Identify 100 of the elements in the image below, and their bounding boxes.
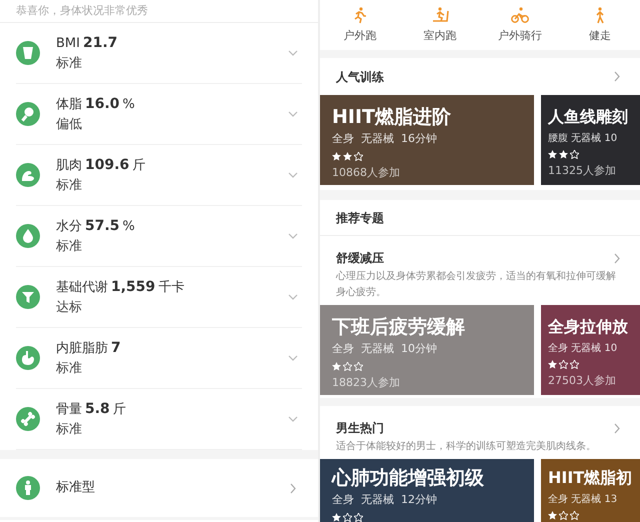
star-icon <box>559 150 568 159</box>
chevron-down-icon <box>288 111 298 117</box>
workout-meta: 全身 无器械 10 <box>548 342 618 356</box>
workout-title: 人鱼线雕刻 <box>548 106 629 128</box>
participant-count: 10868人参加 <box>332 164 401 180</box>
star-icon <box>548 360 557 369</box>
metric-status: 标准 <box>56 176 83 195</box>
chevron-right-icon <box>614 252 620 264</box>
section-description: 心理压力以及身体劳累都会引发疲劳，适当的有氧和拉伸可缓解身心疲劳。 <box>334 270 617 300</box>
star-icon <box>548 511 557 520</box>
workout-meta: 全身 无器械 10分钟 <box>332 341 438 357</box>
metric-unit: 千卡 <box>158 278 184 297</box>
star-icon <box>332 512 341 522</box>
metric-row[interactable]: 基础代谢 1,559 千卡 达标 <box>16 267 302 328</box>
star-icon <box>559 511 568 520</box>
workout-card[interactable]: 下班后疲劳缓解 全身 无器械 10分钟 18823人参加 <box>320 305 534 395</box>
cup-icon <box>16 41 40 65</box>
metric-label: 体脂 <box>56 96 82 114</box>
metric-label: 基础代谢 <box>56 278 108 297</box>
metric-unit: 斤 <box>132 156 146 175</box>
chevron-down-icon <box>288 355 298 361</box>
drop-icon <box>16 224 40 248</box>
star-icon <box>343 512 352 522</box>
body-type-row[interactable]: 标准型 <box>16 459 302 517</box>
metric-label: BMI <box>56 34 80 53</box>
metric-value: 21.7 <box>82 34 118 53</box>
sport-tab[interactable]: 健走 <box>560 0 640 50</box>
section-header[interactable]: 推荐专题 <box>320 200 640 236</box>
workout-meta: 全身 无器械 12分钟 <box>332 492 438 508</box>
metric-label: 水分 <box>56 218 82 236</box>
metric-value: 109.6 <box>85 156 130 175</box>
star-icon <box>548 150 557 159</box>
metric-row[interactable]: 内脏脂肪 7 标准 <box>16 328 302 389</box>
workout-meta: 腰腹 无器械 10 <box>548 132 618 146</box>
metric-unit: % <box>122 218 135 236</box>
metric-value: 16.0 <box>85 94 120 114</box>
funnel-icon <box>16 285 40 309</box>
cyclist-icon <box>510 6 530 24</box>
metric-row[interactable]: 水分 57.5 % 标准 <box>16 206 302 267</box>
metric-row[interactable]: BMI 21.7 标准 <box>16 23 302 84</box>
workout-card[interactable]: 人鱼线雕刻 腰腹 无器械 10 11325人参加 <box>541 95 640 185</box>
metric-value: 7 <box>111 338 121 358</box>
metric-label: 肌肉 <box>56 156 82 175</box>
workout-title: 下班后疲劳缓解 <box>332 315 466 339</box>
star-icon <box>354 362 363 370</box>
star-icon <box>559 360 568 369</box>
metric-value: 1,559 <box>111 278 156 297</box>
bone-icon <box>16 407 40 431</box>
metric-status: 达标 <box>56 298 83 317</box>
metric-row[interactable]: 肌肉 109.6 斤 标准 <box>16 145 302 206</box>
body-type-label: 标准型 <box>56 479 96 498</box>
workout-card[interactable]: 心肺功能增强初级 全身 无器械 12分钟 <box>320 459 534 522</box>
workout-meta: 全身 无器械 16分钟 <box>332 131 438 147</box>
metric-unit: % <box>122 96 135 114</box>
section-header[interactable]: 人气训练 <box>320 58 640 95</box>
summary-text: 恭喜你，身体状况非常优秀 <box>16 2 148 19</box>
metric-status: 标准 <box>56 420 83 439</box>
metric-label: 内脏脂肪 <box>56 340 108 358</box>
metric-status: 标准 <box>56 54 83 73</box>
section-header[interactable]: 男生热门 <box>320 406 640 436</box>
metric-status: 标准 <box>56 360 83 378</box>
star-icon <box>343 152 352 160</box>
person-icon <box>16 476 40 500</box>
participant-count: 18823人参加 <box>332 374 401 390</box>
metric-unit: 斤 <box>112 400 126 419</box>
section-header[interactable]: 舒缓减压 <box>320 236 640 266</box>
metric-value: 57.5 <box>85 216 120 236</box>
chevron-right-icon <box>614 71 620 82</box>
star-icon <box>332 362 341 370</box>
workout-title: HIIT燃脂初 <box>548 467 634 489</box>
metric-status: 偏低 <box>56 116 83 134</box>
participant-count: 27503人参加 <box>548 373 617 389</box>
star-icon <box>354 512 363 522</box>
sport-tab[interactable]: 户外骑行 <box>480 0 560 50</box>
sport-tab[interactable]: 户外跑 <box>320 0 400 50</box>
workout-title: 心肺功能增强初级 <box>332 466 485 490</box>
workout-card[interactable]: HIIT燃脂初 全身 无器械 13 <box>541 459 640 522</box>
chevron-down-icon <box>288 416 298 422</box>
workout-card[interactable]: 全身拉伸放 全身 无器械 10 27503人参加 <box>541 305 640 395</box>
chevron-down-icon <box>288 172 298 178</box>
workout-card[interactable]: HIIT燃脂进阶 全身 无器械 16分钟 10868人参加 <box>320 95 534 185</box>
metric-value: 5.8 <box>85 400 110 419</box>
chevron-down-icon <box>288 294 298 300</box>
chevron-right-icon <box>290 482 296 494</box>
chevron-right-icon <box>614 422 620 434</box>
chevron-down-icon <box>288 50 298 56</box>
star-icon <box>570 150 579 159</box>
metric-status: 标准 <box>56 238 83 256</box>
star-icon <box>343 362 352 370</box>
star-icon <box>354 152 363 160</box>
star-icon <box>570 511 579 520</box>
star-icon <box>570 360 579 369</box>
participant-count: 11325人参加 <box>548 163 617 179</box>
treadmill-icon <box>430 6 450 24</box>
metric-row[interactable]: 体脂 16.0 % 偏低 <box>16 84 302 145</box>
metric-label: 骨量 <box>56 400 82 419</box>
workout-title: 全身拉伸放 <box>548 316 629 338</box>
workout-title: HIIT燃脂进阶 <box>332 105 452 129</box>
chevron-down-icon <box>288 233 298 239</box>
sport-tab[interactable]: 室内跑 <box>400 0 480 50</box>
